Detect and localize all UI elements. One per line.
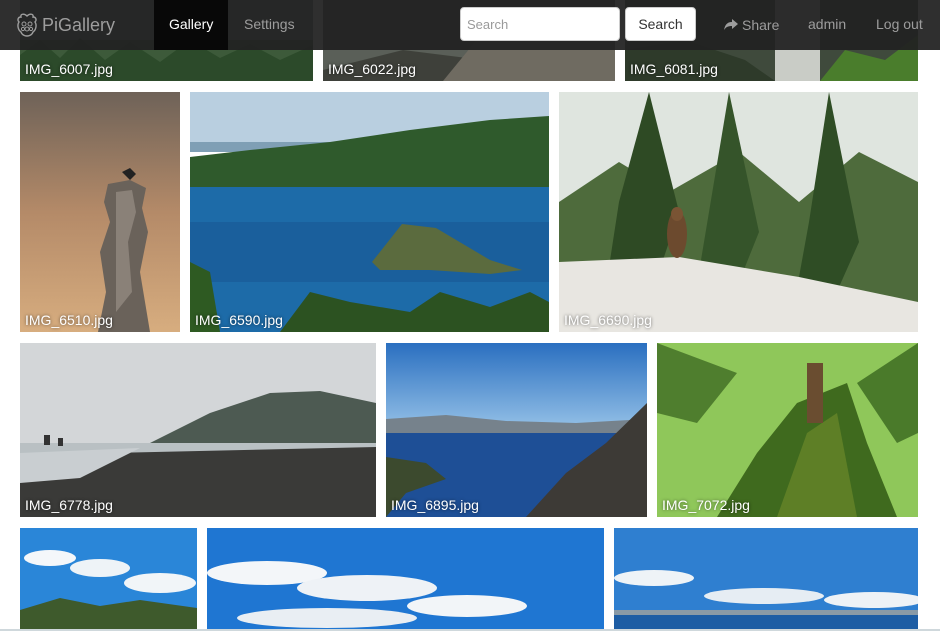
share-icon <box>724 19 738 30</box>
photo-thumbnail <box>20 343 376 517</box>
photo-caption: IMG_7072.jpg <box>662 497 750 513</box>
photo-tile[interactable]: IMG_7072.jpg <box>657 343 918 517</box>
photo-caption: IMG_6007.jpg <box>25 61 113 77</box>
photo-thumbnail <box>657 343 918 517</box>
photo-tile[interactable]: IMG_6510.jpg <box>20 92 180 332</box>
search-button[interactable]: Search <box>625 7 696 41</box>
share-link[interactable]: Share <box>724 0 779 50</box>
photo-tile[interactable] <box>207 528 604 631</box>
user-menu[interactable]: admin <box>808 0 846 50</box>
photo-tile[interactable]: IMG_6895.jpg <box>386 343 647 517</box>
photo-thumbnail <box>559 92 918 332</box>
search-input[interactable] <box>460 7 620 41</box>
photo-caption: IMG_6081.jpg <box>630 61 718 77</box>
brand-title: PiGallery <box>42 14 116 35</box>
brand-link[interactable]: PiGallery <box>16 12 115 38</box>
photo-caption: IMG_6778.jpg <box>25 497 113 513</box>
photo-tile[interactable]: IMG_6690.jpg <box>559 92 918 332</box>
raspberry-icon <box>17 13 37 37</box>
photo-thumbnail <box>20 92 180 332</box>
photo-thumbnail <box>614 528 918 631</box>
photo-tile[interactable] <box>614 528 918 631</box>
photo-caption: IMG_6590.jpg <box>195 312 283 328</box>
photo-tile[interactable] <box>20 528 197 631</box>
tab-gallery[interactable]: Gallery <box>154 0 229 50</box>
photo-thumbnail <box>207 528 604 631</box>
photo-tile[interactable]: IMG_6590.jpg <box>190 92 549 332</box>
photo-thumbnail <box>20 528 197 631</box>
photo-caption: IMG_6510.jpg <box>25 312 113 328</box>
top-navbar: PiGallery Gallery Settings Search Share … <box>0 0 940 50</box>
photo-thumbnail <box>386 343 647 517</box>
photo-caption: IMG_6895.jpg <box>391 497 479 513</box>
tab-settings[interactable]: Settings <box>229 0 310 50</box>
photo-caption: IMG_6022.jpg <box>328 61 416 77</box>
photo-caption: IMG_6690.jpg <box>564 312 652 328</box>
share-label: Share <box>742 17 780 33</box>
logout-link[interactable]: Log out <box>876 0 923 50</box>
photo-thumbnail <box>190 92 549 332</box>
photo-tile[interactable]: IMG_6778.jpg <box>20 343 376 517</box>
